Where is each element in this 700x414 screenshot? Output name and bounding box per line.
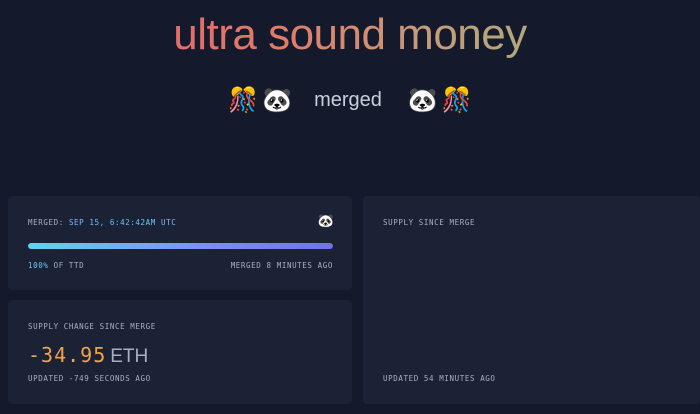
right-emoji-group: 🐼 🎊 — [408, 88, 472, 112]
merged-time: SEP 15, 6:42:42AM UTC — [68, 218, 177, 227]
ttd-progress-suffix: OF TTD — [48, 261, 85, 270]
ttd-progress-value: 100% — [28, 261, 49, 270]
confetti-icon: 🎊 — [441, 86, 472, 114]
confetti-icon: 🎊 — [228, 86, 259, 114]
ttd-progress-label: 100% OF TTD — [28, 261, 84, 270]
supply-change-card: SUPPLY CHANGE SINCE MERGE -34.95 ETH UPDA… — [8, 300, 352, 404]
supply-change-value: -34.95 — [28, 343, 107, 367]
merged-ago: MERGED 8 MINUTES AGO — [230, 261, 333, 270]
panda-icon: 🐼 — [317, 214, 334, 229]
supply-since-label: SUPPLY SINCE MERGE — [383, 218, 476, 227]
merged-prefix: MERGED: — [28, 218, 69, 227]
merged-time-label: MERGED: SEP 15, 6:42:42AM UTC — [28, 218, 176, 227]
supply-change-label: SUPPLY CHANGE SINCE MERGE — [28, 322, 156, 331]
supply-change-updated: UPDATED -749 SECONDS AGO — [28, 374, 151, 383]
merge-status-card: MERGED: SEP 15, 6:42:42AM UTC 🐼 100% OF … — [8, 196, 352, 290]
ttd-progress-bar — [28, 243, 333, 249]
supply-change-value-row: -34.95 ETH — [28, 343, 148, 368]
panda-icon: 🐼 — [407, 86, 438, 114]
page-title: ultra sound money — [0, 10, 700, 60]
panda-icon: 🐼 — [262, 86, 293, 114]
merged-label: merged — [314, 88, 382, 111]
merged-banner: 🎊 🐼 merged 🐼 🎊 — [0, 82, 700, 118]
supply-change-unit: ETH — [110, 346, 149, 367]
merge-status-footer: 100% OF TTD MERGED 8 MINUTES AGO — [28, 261, 333, 270]
ttd-progress-fill — [28, 243, 333, 249]
supply-since-merge-card: SUPPLY SINCE MERGE UPDATED 54 MINUTES AG… — [363, 196, 700, 404]
left-emoji-group: 🎊 🐼 — [228, 88, 292, 112]
supply-since-updated: UPDATED 54 MINUTES AGO — [383, 374, 496, 383]
